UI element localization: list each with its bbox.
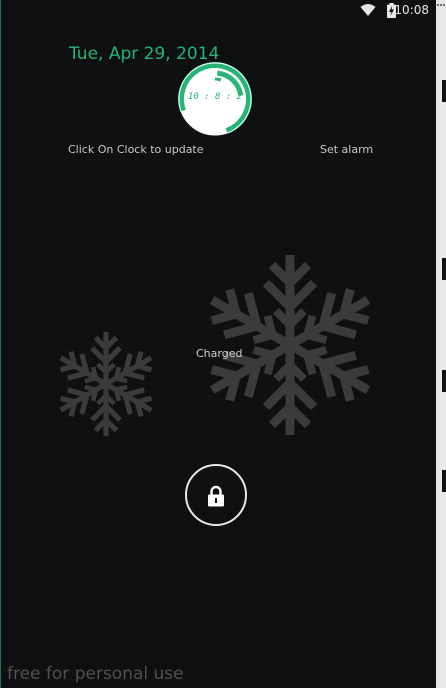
set-alarm-button[interactable]: Set alarm (320, 143, 373, 156)
status-time: 10:08 (394, 3, 429, 17)
clock-time-text: 10 : 8 : 2 (187, 92, 243, 102)
snowflake-large-icon (197, 252, 383, 438)
status-bar: 10:08 (1, 0, 437, 22)
side-edge (436, 0, 446, 688)
edge-handle-top (442, 80, 446, 102)
update-hint-label: Click On Clock to update (68, 143, 204, 156)
overflow-icon[interactable] (436, 2, 446, 8)
watermark-text: free for personal use (7, 664, 184, 684)
lock-icon (208, 485, 224, 507)
edge-handle-bottom (442, 470, 446, 492)
snowflake-small-icon (52, 330, 160, 438)
unlock-button[interactable] (185, 464, 247, 526)
edge-handle-low (442, 370, 446, 392)
clock-widget[interactable]: 10 : 8 : 2 (174, 58, 256, 140)
battery-status-label: Charged (196, 347, 243, 360)
edge-handle-middle (442, 258, 446, 280)
lock-screen: 10:08 Tue, Apr 29, 2014 10 : 8 : 2 Click… (0, 0, 436, 688)
wifi-icon (360, 4, 376, 16)
